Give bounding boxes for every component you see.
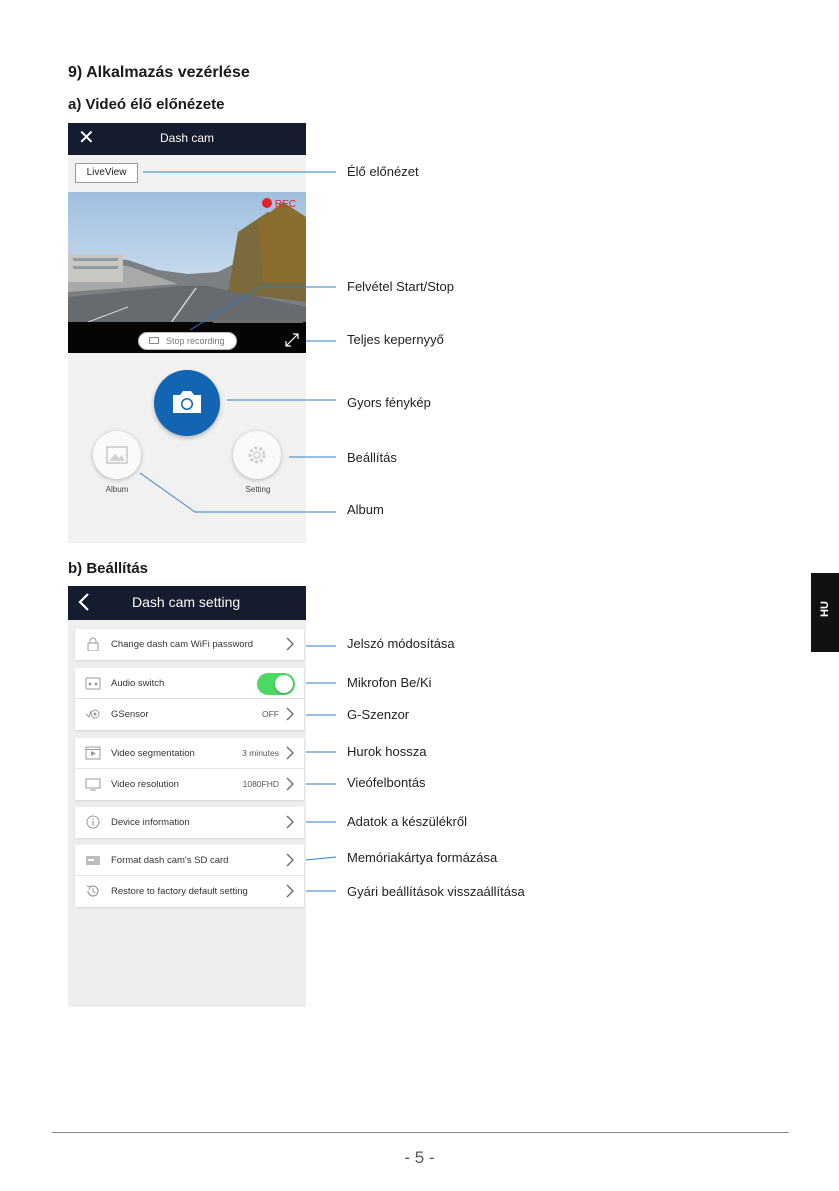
gsensor-icon [85,709,100,719]
sd-card-icon [86,856,100,865]
chevron-right-icon [286,637,294,651]
callout-fullscreen: Teljes kepernyyő [347,332,444,347]
setting-label: Setting [245,485,271,494]
album-icon [106,446,128,464]
chevron-right-icon [286,884,294,898]
list-item-format-sd-card[interactable]: Format dash cam's SD card [75,845,304,876]
callout-quick-photo: Gyors fénykép [347,395,431,410]
subsection-title-live-preview: a) Videó élő előnézete [68,96,225,113]
list-item-gsensor[interactable]: GSensor OFF [75,699,304,730]
callout-settings: Beállítás [347,450,397,465]
callout-video-resolution: Vieófelbontás [347,775,426,790]
page-number: - 5 - [404,1148,435,1167]
record-icon [149,337,159,344]
chevron-right-icon [286,777,294,791]
rec-label: REC [274,199,296,210]
callout-loop-length: Hurok hossza [347,744,427,759]
settings-card: Change dash cam WiFi password [75,629,304,660]
row-label: Device information [111,817,190,828]
callout-factory-reset: Gyári beállítások visszaállítása [347,884,525,899]
chevron-right-icon [286,853,294,867]
callout-live-preview: Élő előnézet [347,164,419,179]
list-item-video-segmentation[interactable]: Video segmentation 3 minutes [75,738,304,769]
callout-device-info: Adatok a készülékről [347,814,467,829]
road-scene-image [68,192,306,353]
chevron-right-icon [286,815,294,829]
album-button[interactable] [93,431,141,479]
row-label: Audio switch [111,678,165,689]
settings-card: Video segmentation 3 minutes Video resol… [75,738,304,800]
stop-recording-label: Stop recording [166,336,225,346]
top-bar: ✕ Dash cam [68,123,306,155]
list-item-video-resolution[interactable]: Video resolution 1080FHD [75,769,304,800]
row-label: Restore to factory default setting [111,886,248,897]
microphone-icon [85,677,101,690]
chevron-right-icon [286,707,294,721]
fullscreen-icon[interactable] [284,332,300,348]
rec-dot-icon [261,198,272,208]
list-item-device-information[interactable]: Device information [75,807,304,838]
callout-record-start-stop: Felvétel Start/Stop [347,279,454,294]
callout-format-card: Memóriakártya formázása [347,850,498,865]
dash-cam-screen: ✕ Dash cam LiveView REC Stop recording A… [68,123,306,543]
row-label: Format dash cam's SD card [111,855,229,866]
settings-card: Audio switch GSensor OFF [75,668,304,730]
row-value: 1080FHD [242,779,279,789]
list-item-audio-switch: Audio switch [75,668,304,699]
liveview-button[interactable]: LiveView [75,163,138,183]
gear-icon [248,446,266,464]
video-clip-icon [85,746,101,760]
row-label: Video resolution [111,779,179,790]
audio-toggle[interactable] [257,673,295,695]
toggle-knob [275,675,293,693]
subsection-title-settings: b) Beállítás [68,560,149,577]
monitor-icon [85,778,101,791]
settings-card: Format dash cam's SD card Restore to fac… [75,845,304,907]
dash-cam-setting-screen: Dash cam setting Change dash cam WiFi pa… [68,586,306,1007]
top-bar: Dash cam setting [68,586,306,620]
camera-icon [173,391,201,413]
language-tab: HU [811,573,839,652]
screen-title: Dash cam setting [132,594,241,610]
row-value: 3 minutes [242,748,279,758]
lock-icon [87,637,99,651]
row-label: Change dash cam WiFi password [111,639,254,650]
settings-card: Device information [75,807,304,838]
callout-microphone: Mikrofon Be/Ki [347,675,432,690]
list-item-restore-factory-default[interactable]: Restore to factory default setting [75,876,304,907]
footer-divider [52,1132,789,1133]
stop-recording-button[interactable]: Stop recording [138,332,237,350]
rec-indicator: REC [261,198,296,210]
video-preview: REC Stop recording [68,192,306,353]
callout-album: Album [347,502,384,517]
back-arrow-icon[interactable] [76,592,92,612]
info-icon [86,815,100,829]
language-tab-label: HU [819,601,831,617]
row-value: OFF [262,709,279,719]
list-item-wifi-password[interactable]: Change dash cam WiFi password [75,629,304,660]
screen-title: Dash cam [159,131,215,145]
callout-password: Jelszó módosítása [347,636,455,651]
callout-gsensor: G-Szenzor [347,707,410,722]
chevron-right-icon [286,746,294,760]
row-label: GSensor [111,709,149,720]
quick-photo-button[interactable] [154,370,220,436]
setting-button[interactable] [233,431,281,479]
section-title: 9) Alkalmazás vezérlése [68,64,250,81]
restore-icon [86,885,99,897]
row-label: Video segmentation [111,748,195,759]
album-label: Album [105,485,129,494]
